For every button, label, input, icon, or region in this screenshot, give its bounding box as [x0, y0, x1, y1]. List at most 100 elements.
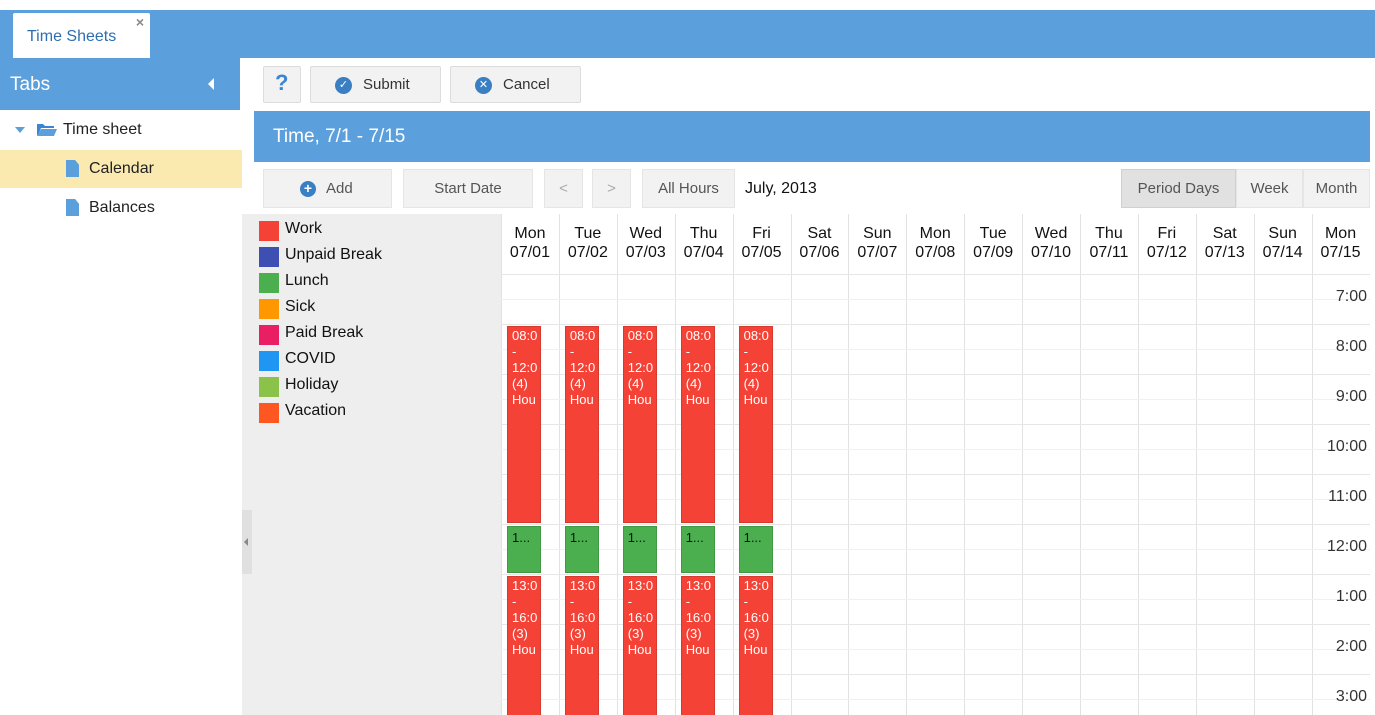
event-text: (4) [569, 376, 586, 391]
cancel-button[interactable]: ✕ Cancel [450, 66, 581, 103]
day-header-weekday: Sat [1212, 225, 1237, 242]
work-event[interactable]: 13:0-16:0 (3) Hou [622, 576, 657, 715]
day-header-date: 07/05 [741, 244, 782, 261]
event-text: - [743, 594, 748, 609]
work-event[interactable]: 08:0-12:0 (4) Hou [622, 326, 657, 523]
work-event[interactable]: 13:0-16:0 (3) Hou [738, 576, 773, 715]
time-label: 9:00 [1335, 388, 1367, 405]
add-button[interactable]: + Add [263, 169, 392, 208]
day-header: Sat 07/13 [1196, 224, 1254, 262]
work-event[interactable]: 08:0-12:0 (4) Hou [738, 326, 773, 523]
sidebar-item-calendar[interactable]: Calendar [0, 150, 242, 188]
event-text: Hou [569, 642, 594, 657]
day-header-date: 07/01 [509, 244, 550, 261]
hour-gridline [501, 574, 1370, 575]
event-text: (3) [512, 626, 528, 641]
legend-swatch [259, 325, 279, 345]
day-header: Thu 07/11 [1080, 224, 1138, 262]
sidebar-item-label: Balances [89, 199, 155, 216]
day-column-divider [1253, 214, 1255, 715]
day-header-weekday: Mon [919, 225, 951, 242]
day-header-weekday: Mon [1324, 225, 1357, 242]
close-icon[interactable]: × [136, 14, 144, 30]
panel-resize-handle[interactable] [242, 510, 252, 574]
current-month-label: July, 2013 [745, 180, 817, 197]
day-header: Sat 07/06 [791, 224, 849, 262]
legend-swatch [259, 299, 279, 319]
arrow-left-icon [244, 538, 248, 546]
day-header-date: 07/11 [1089, 244, 1129, 261]
chevron-left-icon: < [559, 180, 568, 197]
tree-node-time-sheet-label: Time sheet [63, 121, 142, 138]
event-text: Hou [743, 392, 768, 407]
view-label: Period Days [1137, 180, 1220, 197]
legend-label: Vacation [285, 402, 347, 419]
day-header: Wed 07/10 [1022, 224, 1080, 262]
next-button[interactable]: > [592, 169, 631, 208]
event-text: 1... [569, 530, 588, 545]
day-header: Mon 07/15 [1312, 224, 1370, 262]
event-text: 12:0 [512, 360, 538, 375]
submit-button-label: Submit [363, 76, 410, 93]
view-week-button[interactable]: Week [1236, 169, 1303, 208]
event-text: Hou [627, 642, 652, 657]
tree-node-time-sheet[interactable]: Time sheet [0, 118, 240, 144]
view-period-days-button[interactable]: Period Days [1121, 169, 1236, 208]
work-event[interactable]: 08:0-12:0 (4) Hou [564, 326, 599, 523]
day-header-weekday: Mon [514, 225, 546, 242]
lunch-event[interactable]: 1... [564, 526, 599, 573]
view-month-button[interactable]: Month [1303, 169, 1370, 208]
document-icon [66, 160, 79, 177]
day-header-date: 07/08 [915, 244, 956, 261]
folder-open-icon [37, 124, 57, 136]
event-text: 16:0 [512, 610, 538, 625]
prev-button[interactable]: < [544, 169, 583, 208]
event-text: 1... [685, 530, 704, 545]
time-label: 3:00 [1335, 688, 1367, 705]
event-text: Hou [627, 392, 652, 407]
work-event[interactable]: 08:0-12:0 (4) Hou [680, 326, 715, 523]
help-button[interactable]: ? [263, 66, 301, 103]
day-header-weekday: Sun [863, 225, 892, 242]
collapse-left-icon[interactable] [208, 78, 214, 90]
work-event[interactable]: 13:0-16:0 (3) Hou [680, 576, 715, 715]
legend-swatch [259, 221, 279, 241]
submit-button[interactable]: ✓ Submit [310, 66, 441, 103]
day-header: Sun 07/07 [848, 224, 906, 262]
day-column-divider [1195, 214, 1197, 715]
check-circle-icon: ✓ [335, 77, 352, 94]
work-event[interactable]: 08:0-12:0 (4) Hou [507, 326, 541, 523]
time-label: 1:00 [1335, 588, 1367, 605]
day-header: Tue 07/02 [559, 224, 617, 262]
legend-swatch [259, 247, 279, 267]
lunch-event[interactable]: 1... [622, 526, 657, 573]
lunch-event[interactable]: 1... [738, 526, 773, 573]
sidebar-item-balances[interactable]: Balances [0, 189, 242, 227]
tab-time-sheets[interactable]: Time Sheets × [13, 13, 150, 58]
lunch-event[interactable]: 1... [680, 526, 715, 573]
event-text: - [569, 594, 575, 609]
event-text: 1... [627, 530, 646, 545]
day-column-divider [964, 214, 966, 715]
caret-down-icon[interactable] [15, 127, 25, 133]
start-date-button[interactable]: Start Date [403, 169, 533, 208]
work-event[interactable]: 13:0-16:0 (3) Hou [564, 576, 599, 715]
event-text: Hou [743, 642, 768, 657]
event-text: - [512, 344, 517, 359]
work-event[interactable]: 13:0-16:0 (3) Hou [507, 576, 541, 715]
sidebar-item-label: Calendar [89, 160, 154, 177]
all-hours-button[interactable]: All Hours [642, 169, 735, 208]
sidebar: Tabs Time sheet Calendar Balances [0, 58, 242, 715]
day-header-date: 07/09 [973, 244, 1014, 261]
event-text: 08:0 [569, 328, 596, 343]
event-text: 1... [743, 530, 762, 545]
event-text: Hou [512, 392, 536, 407]
time-label: 8:00 [1335, 338, 1367, 355]
day-header-date: 07/04 [683, 244, 724, 261]
event-text: 16:0 [685, 610, 711, 625]
event-text: - [512, 594, 517, 609]
event-text: (4) [685, 376, 702, 391]
lunch-event[interactable]: 1... [507, 526, 541, 573]
event-text: 12:0 [569, 360, 596, 375]
chevron-right-icon: > [607, 180, 616, 197]
